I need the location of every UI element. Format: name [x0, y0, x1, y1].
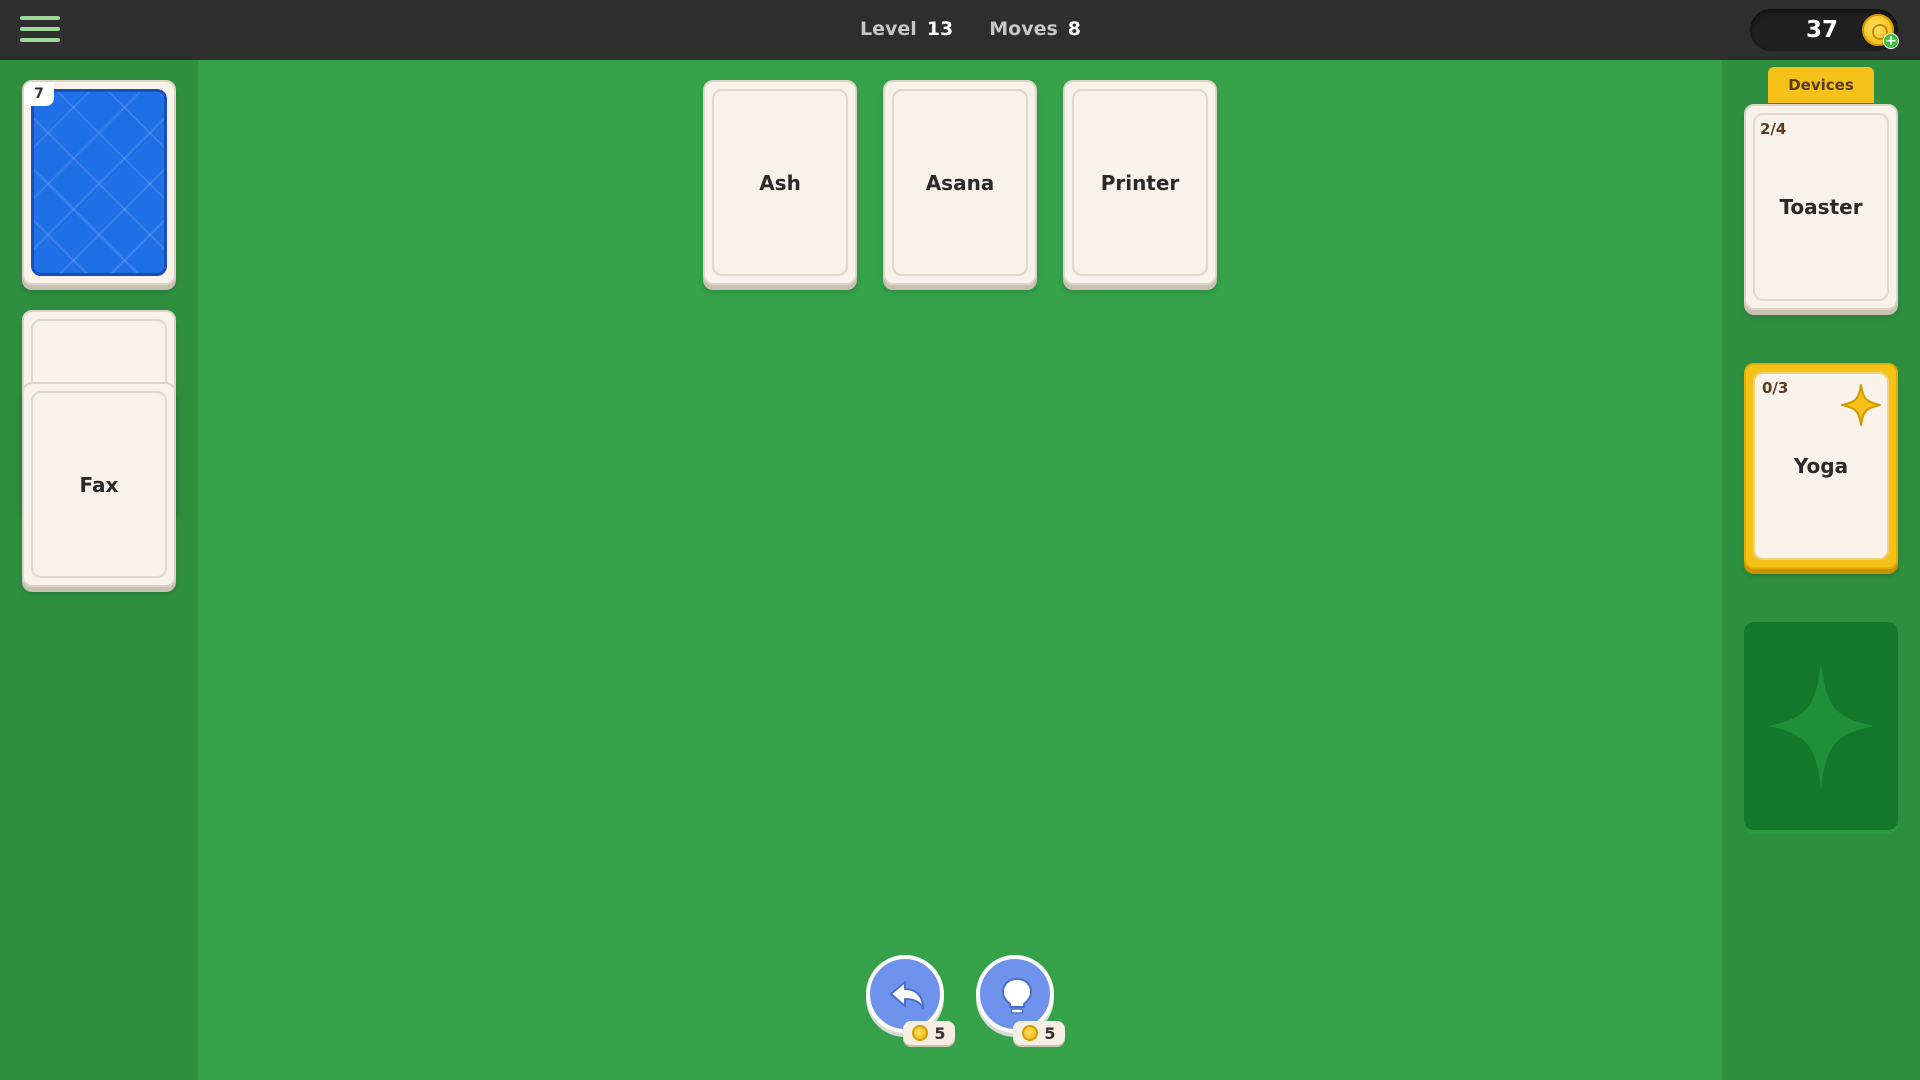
foundation-card-label: Toaster [1753, 113, 1889, 301]
level-value: 13 [926, 18, 954, 40]
moves-label: Moves [989, 18, 1058, 40]
deck-card[interactable]: 7 [22, 80, 176, 285]
waste-top-card[interactable]: Fax [22, 382, 176, 587]
hint-cost: 5 [1013, 1021, 1065, 1045]
empty-foundation-slot[interactable] [1744, 622, 1898, 830]
undo-cost-value: 5 [934, 1023, 946, 1043]
coin-balance[interactable]: 37 + [1750, 9, 1899, 51]
deck-count: 7 [24, 82, 54, 106]
category-tab-devices: Devices [1768, 67, 1874, 103]
foundation-yoga[interactable]: Yoga 0/3 [1744, 363, 1898, 569]
hint-cost-value: 5 [1044, 1023, 1056, 1043]
level-label: Level [860, 18, 917, 40]
card-back [31, 89, 167, 276]
star-icon [1841, 384, 1881, 426]
coin-icon [912, 1025, 929, 1041]
plus-icon[interactable]: + [1883, 33, 1899, 49]
undo-icon [890, 981, 924, 1009]
stats: Level 13 Moves 8 [860, 18, 1081, 40]
menu-icon[interactable] [20, 16, 60, 44]
moves-stat: Moves 8 [989, 18, 1081, 40]
tableau-card-printer[interactable]: Printer [1063, 80, 1217, 285]
undo-cost: 5 [903, 1021, 955, 1045]
foundation-devices[interactable]: Toaster 2/4 [1744, 104, 1898, 310]
card-label: Ash [712, 89, 848, 276]
lightbulb-icon [1001, 977, 1033, 1014]
coin-icon [1022, 1025, 1039, 1041]
foundation-progress: 2/4 [1760, 120, 1787, 138]
star-icon [1768, 662, 1874, 790]
top-bar: Level 13 Moves 8 37 + [0, 0, 1920, 60]
tableau-card-asana[interactable]: Asana [883, 80, 1037, 285]
card-label: Asana [892, 89, 1028, 276]
card-label: Printer [1072, 89, 1208, 276]
level-stat: Level 13 [860, 18, 953, 40]
tableau-card-ash[interactable]: Ash [703, 80, 857, 285]
waste-card-label: Fax [31, 391, 167, 578]
foundation-progress: 0/3 [1762, 379, 1789, 397]
coin-amount: 37 [1806, 17, 1839, 43]
moves-value: 8 [1067, 18, 1082, 40]
